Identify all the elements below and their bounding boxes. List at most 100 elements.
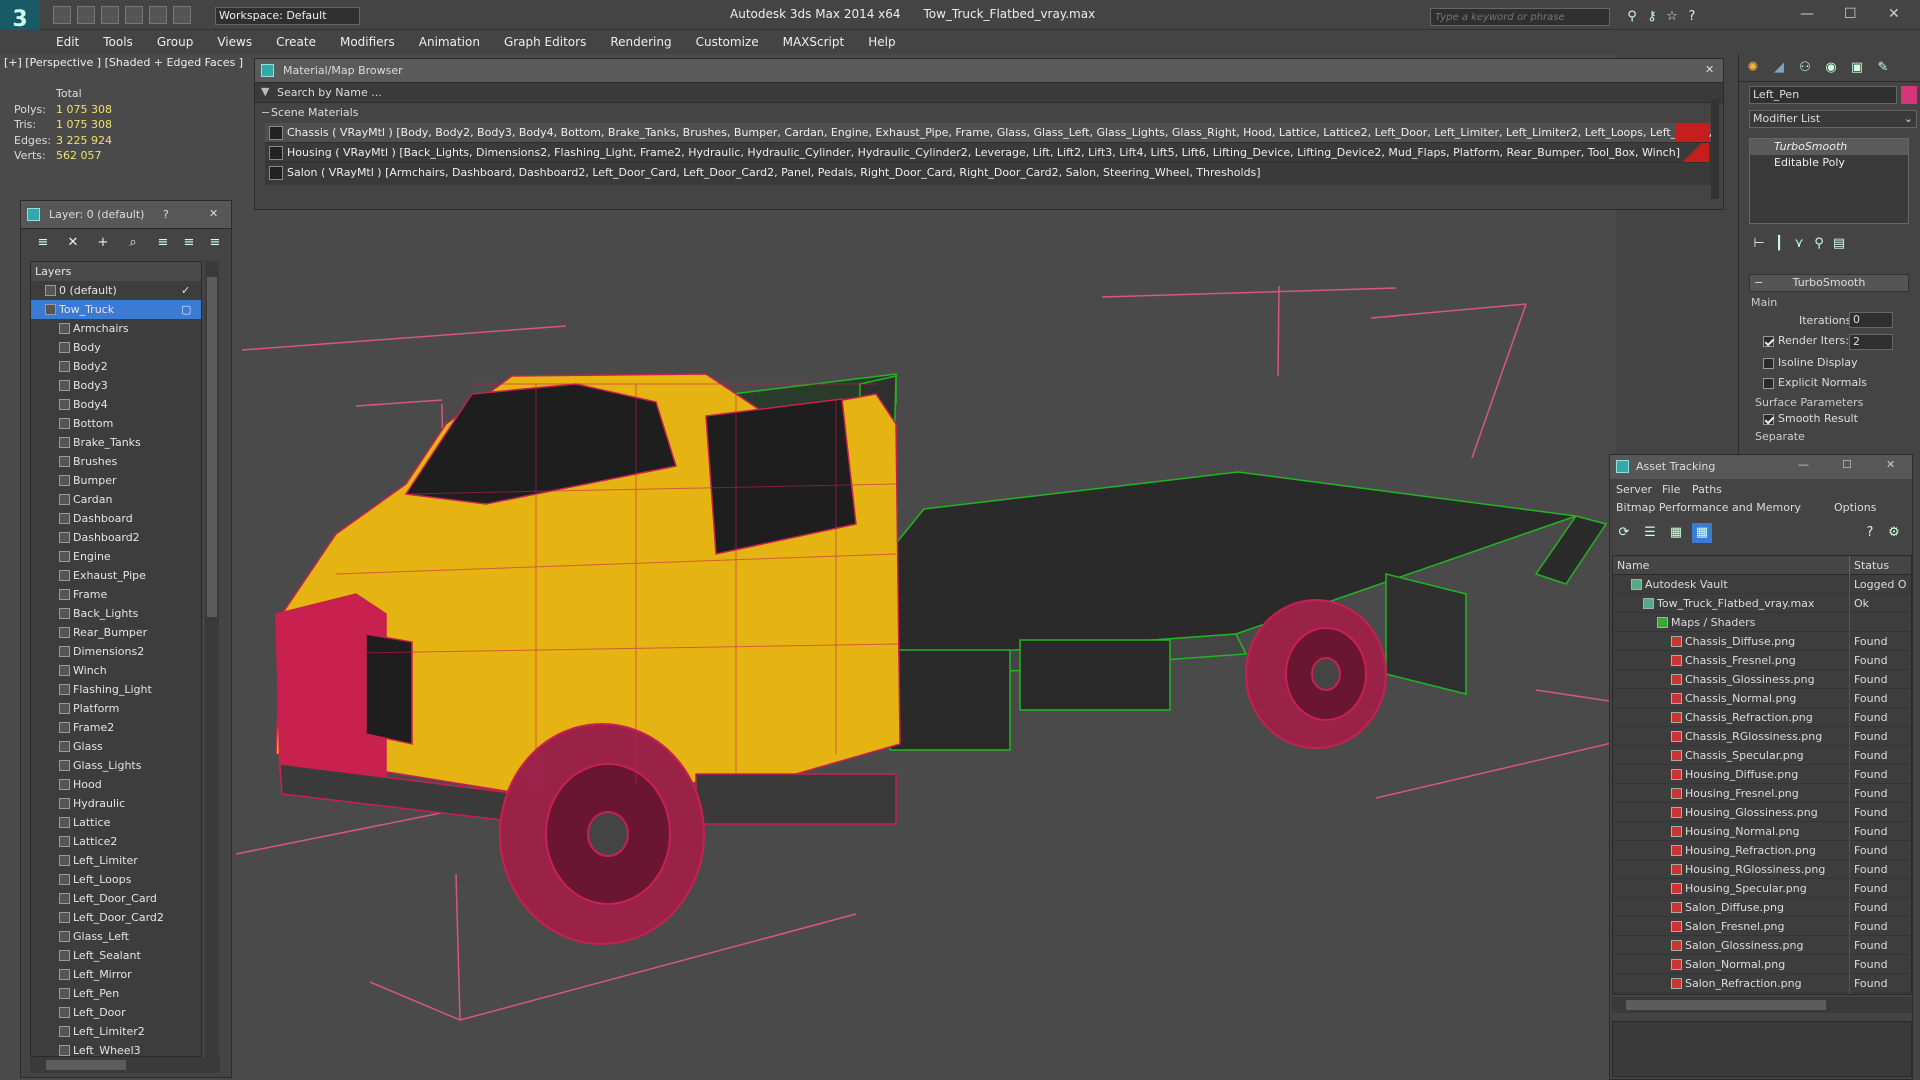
undo-icon[interactable] (125, 6, 143, 24)
motion-tab-icon[interactable]: ◉ (1821, 58, 1841, 78)
asset-row[interactable]: Salon_Specular.png Found (1613, 993, 1911, 994)
new-file-icon[interactable] (53, 6, 71, 24)
asset-row[interactable]: Chassis_Refraction.png Found (1613, 708, 1911, 727)
project-folder-icon[interactable] (173, 6, 191, 24)
viewport-label[interactable]: [+] [Perspective ] [Shaded + Edged Faces… (4, 56, 243, 69)
asset-row[interactable]: Tow_Truck_Flatbed_vray.max Ok (1613, 594, 1911, 613)
layer-item[interactable]: Left_Door_Card (31, 889, 201, 908)
asset-row[interactable]: Salon_Fresnel.png Found (1613, 917, 1911, 936)
highlight-layer-icon[interactable]: ≡ (153, 233, 173, 253)
material-row[interactable]: Salon ( VRayMtl ) [Armchairs, Dashboard,… (265, 163, 1711, 183)
create-layer-icon[interactable]: ≡ (33, 233, 53, 253)
save-file-icon[interactable] (101, 6, 119, 24)
explicit-normals-checkbox[interactable]: Explicit Normals (1763, 376, 1867, 389)
asset-row[interactable]: Chassis_Fresnel.png Found (1613, 651, 1911, 670)
thumbnail-view-icon[interactable]: ▦ (1666, 523, 1686, 543)
show-end-result-icon[interactable]: ┃ (1769, 234, 1789, 254)
scene-materials-header[interactable]: − Scene Materials (255, 103, 1723, 123)
layer-item[interactable]: Winch (31, 661, 201, 680)
material-search-bar[interactable]: ▼ Search by Name ... (255, 83, 1723, 103)
create-tab-icon[interactable]: ✺ (1743, 58, 1763, 78)
layer-item[interactable]: Armchairs (31, 319, 201, 338)
layer-item[interactable]: Body2 (31, 357, 201, 376)
asset-row[interactable]: Salon_Refraction.png Found (1613, 974, 1911, 993)
asset-row[interactable]: Chassis_RGlossiness.png Found (1613, 727, 1911, 746)
asset-row[interactable]: Chassis_Diffuse.png Found (1613, 632, 1911, 651)
minimize-icon[interactable]: — (1798, 458, 1809, 471)
menu-bitmap-performance[interactable]: Bitmap Performance and Memory (1616, 501, 1801, 514)
layer-item[interactable]: Body3 (31, 376, 201, 395)
modifier-turbosmooth[interactable]: TurboSmooth (1750, 139, 1908, 155)
pin-stack-icon[interactable]: ⊢ (1749, 234, 1769, 254)
menu-tools[interactable]: Tools (91, 30, 145, 54)
layer-item[interactable]: Dimensions2 (31, 642, 201, 661)
layer-item[interactable]: Lattice (31, 813, 201, 832)
asset-row[interactable]: Housing_Specular.png Found (1613, 879, 1911, 898)
utilities-tab-icon[interactable]: ✎ (1873, 58, 1893, 78)
key-icon[interactable]: ⚷ (1642, 7, 1662, 27)
layer-item[interactable]: Left_Loops (31, 870, 201, 889)
table-view-icon[interactable]: ▦ (1692, 523, 1712, 543)
menu-create[interactable]: Create (264, 30, 328, 54)
help-search-input[interactable] (1430, 8, 1610, 26)
layer-item[interactable]: Left_Limiter (31, 851, 201, 870)
layer-item[interactable]: Frame (31, 585, 201, 604)
column-name-header[interactable]: Name (1617, 556, 1649, 575)
horizontal-scrollbar[interactable] (30, 1057, 220, 1073)
close-icon[interactable]: ✕ (1888, 6, 1900, 22)
configure-sets-icon[interactable]: ▤ (1829, 234, 1849, 254)
redo-icon[interactable] (149, 6, 167, 24)
layer-item[interactable]: Bumper (31, 471, 201, 490)
render-iters-checkbox[interactable]: Render Iters: (1763, 334, 1849, 347)
layer-item[interactable]: Body4 (31, 395, 201, 414)
list-view-icon[interactable]: ☰ (1640, 523, 1660, 543)
layer-item[interactable]: Flashing_Light (31, 680, 201, 699)
layer-item[interactable]: Left_Wheel3 (31, 1041, 201, 1056)
hierarchy-tab-icon[interactable]: ⚇ (1795, 58, 1815, 78)
help-button[interactable]: ? (163, 208, 169, 221)
menu-file[interactable]: File (1662, 483, 1680, 496)
isoline-display-checkbox[interactable]: Isoline Display (1763, 356, 1858, 369)
make-unique-icon[interactable]: ⋎ (1789, 234, 1809, 254)
asset-row[interactable]: Chassis_Glossiness.png Found (1613, 670, 1911, 689)
menu-rendering[interactable]: Rendering (598, 30, 683, 54)
menu-modifiers[interactable]: Modifiers (328, 30, 407, 54)
asset-row[interactable]: Housing_Normal.png Found (1613, 822, 1911, 841)
workspace-select[interactable]: Workspace: Default (215, 7, 360, 25)
asset-row[interactable]: Housing_RGlossiness.png Found (1613, 860, 1911, 879)
asset-row[interactable]: Salon_Diffuse.png Found (1613, 898, 1911, 917)
set-current-layer-icon[interactable]: ▢ (181, 300, 191, 319)
object-name-field[interactable]: Left_Pen (1749, 86, 1897, 104)
layer-item[interactable]: Left_Pen (31, 984, 201, 1003)
layer-list[interactable]: Layers 0 (default) ✓ Tow_Truck ▢ Armchairs Bo… (30, 261, 202, 1057)
menu-edit[interactable]: Edit (44, 30, 91, 54)
material-search-input[interactable]: Search by Name ... (277, 86, 382, 99)
layer-item[interactable]: Dashboard2 (31, 528, 201, 547)
modifier-list-dropdown[interactable]: Modifier List ⌄ (1749, 110, 1917, 128)
asset-row[interactable]: Salon_Glossiness.png Found (1613, 936, 1911, 955)
iterations-spinner[interactable]: 0 (1849, 312, 1893, 328)
asset-row[interactable]: Chassis_Normal.png Found (1613, 689, 1911, 708)
minimize-icon[interactable]: — (1800, 6, 1814, 22)
render-iters-spinner[interactable]: 2 (1849, 334, 1893, 350)
layer-item[interactable]: Tow_Truck ▢ (31, 300, 201, 319)
smooth-result-checkbox[interactable]: Smooth Result (1763, 412, 1858, 425)
menu-animation[interactable]: Animation (407, 30, 492, 54)
modifier-stack[interactable]: TurboSmooth Editable Poly (1749, 138, 1909, 224)
vertical-scrollbar[interactable] (205, 261, 219, 1057)
material-row[interactable]: Housing ( VRayMtl ) [Back_Lights, Dimens… (265, 143, 1711, 163)
layer-item[interactable]: Brake_Tanks (31, 433, 201, 452)
asset-row[interactable]: Maps / Shaders (1613, 613, 1911, 632)
asset-row[interactable]: Housing_Fresnel.png Found (1613, 784, 1911, 803)
modify-tab-icon[interactable]: ◢ (1769, 58, 1789, 78)
layer-item[interactable]: Lattice2 (31, 832, 201, 851)
layer-item[interactable]: Bottom (31, 414, 201, 433)
open-file-icon[interactable] (77, 6, 95, 24)
horizontal-scrollbar[interactable] (1612, 997, 1912, 1013)
layer-item[interactable]: Left_Sealant (31, 946, 201, 965)
layer-item[interactable]: Engine (31, 547, 201, 566)
remove-modifier-icon[interactable]: ⚲ (1809, 234, 1829, 254)
asset-row[interactable]: Salon_Normal.png Found (1613, 955, 1911, 974)
layer-item[interactable]: Platform (31, 699, 201, 718)
layer-item[interactable]: Hydraulic (31, 794, 201, 813)
